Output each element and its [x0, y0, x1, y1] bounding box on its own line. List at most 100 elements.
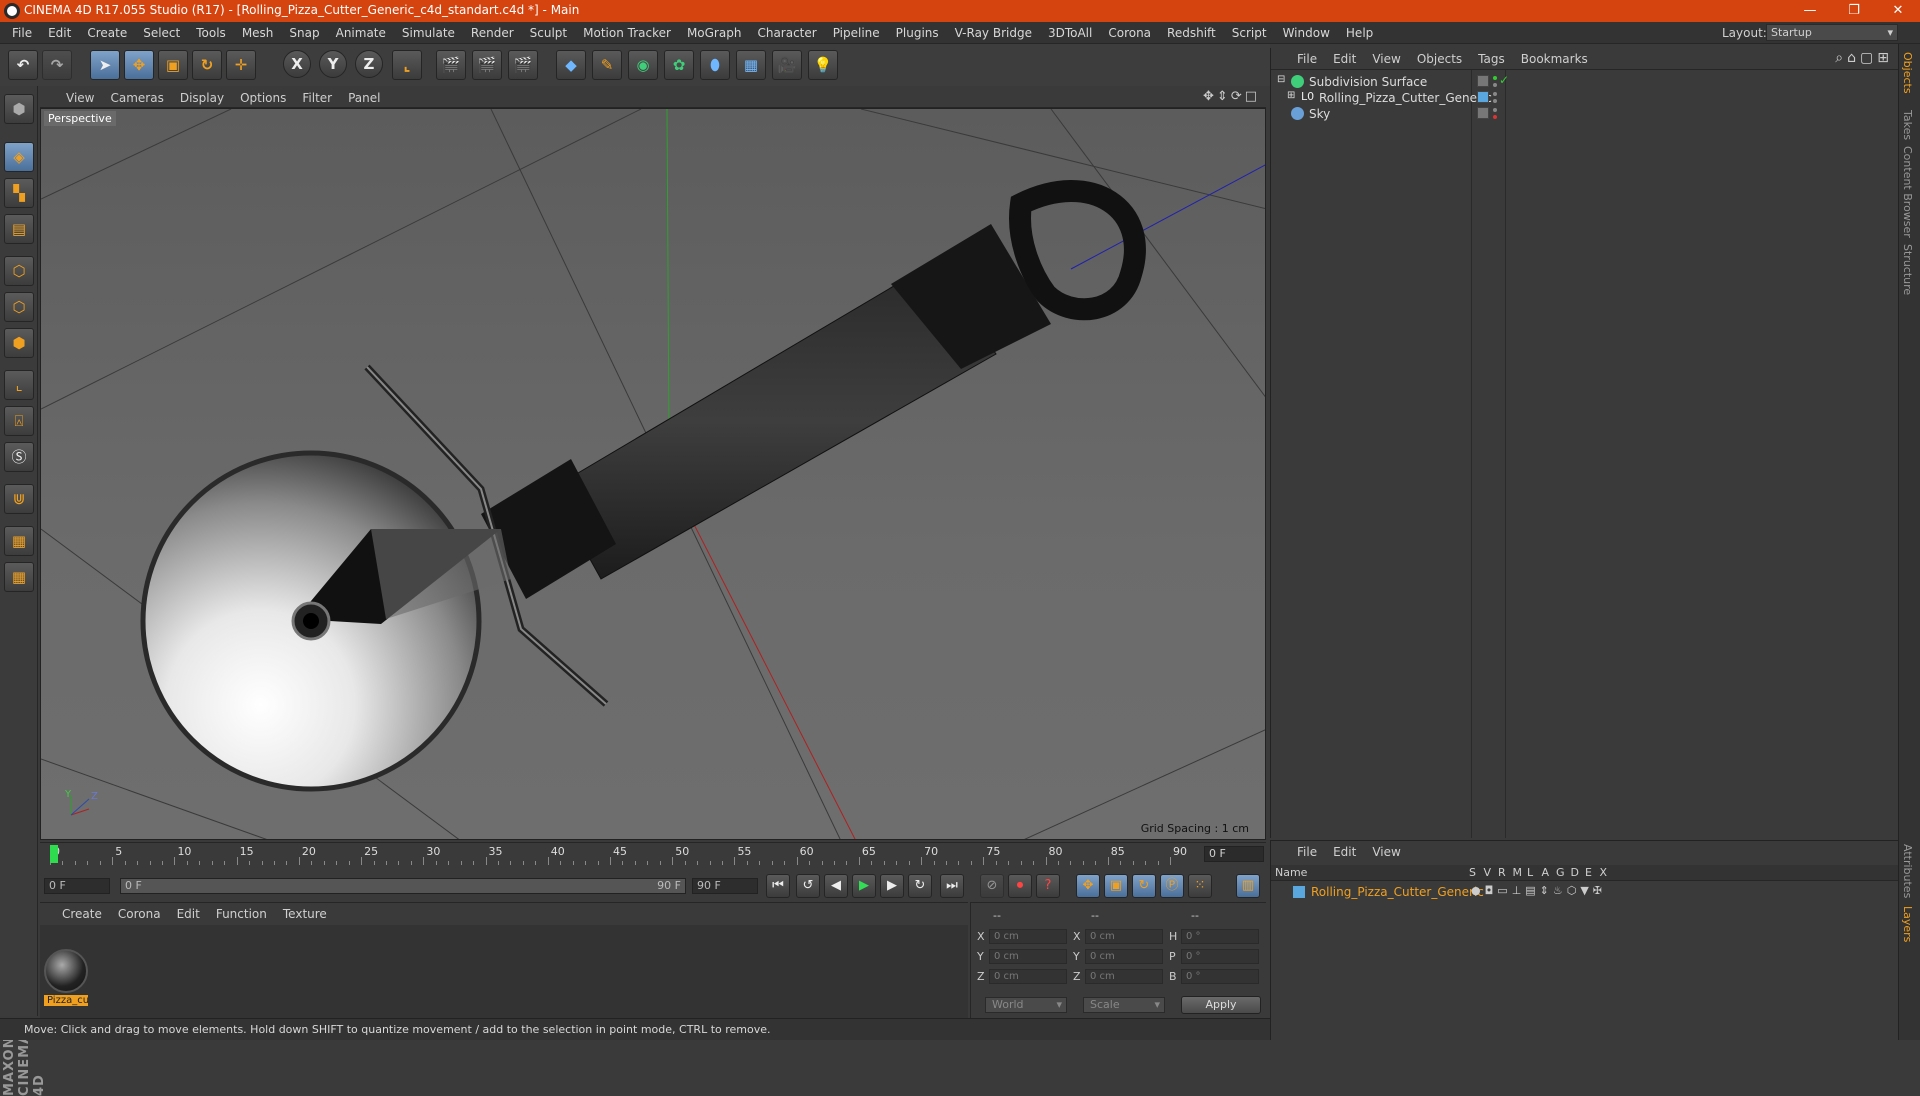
- render-view-button[interactable]: 🎬: [436, 50, 466, 80]
- camera-button[interactable]: 🎥: [772, 50, 802, 80]
- scale-tool-button[interactable]: ▣: [158, 50, 188, 80]
- expand-toggle-icon[interactable]: ⊟: [1277, 74, 1285, 85]
- timeline-ruler[interactable]: 051015202530354045505560657075808590 0 F: [40, 842, 1266, 865]
- perspective-viewport[interactable]: Y Z Perspective Grid Spacing : 1 cm: [40, 108, 1266, 840]
- expand-toggle-icon[interactable]: ⊞: [1287, 90, 1295, 101]
- magnet-button[interactable]: ⋓: [4, 484, 34, 514]
- render-picture-viewer-button[interactable]: 🎬: [472, 50, 502, 80]
- layers-menu-view[interactable]: View: [1364, 845, 1408, 859]
- minimize-button[interactable]: —: [1788, 0, 1832, 22]
- menu-character[interactable]: Character: [749, 26, 824, 40]
- menu-edit[interactable]: Edit: [40, 26, 79, 40]
- light-button[interactable]: 💡: [808, 50, 838, 80]
- material-menu-corona[interactable]: Corona: [110, 907, 169, 921]
- viewport-menu-cameras[interactable]: Cameras: [102, 91, 171, 105]
- polygons-mode-button[interactable]: ⬢: [4, 328, 34, 358]
- menu-script[interactable]: Script: [1224, 26, 1275, 40]
- tab-content-browser[interactable]: Content Browser: [1901, 146, 1914, 238]
- redo-button[interactable]: ↷: [42, 50, 72, 80]
- play-button[interactable]: ▶: [852, 874, 876, 898]
- menu-3dtoall[interactable]: 3DToAll: [1040, 26, 1100, 40]
- restore-button[interactable]: ❐: [1832, 0, 1876, 22]
- tweak-mode-button[interactable]: ⍓: [4, 406, 34, 436]
- visibility-dot-icon[interactable]: [1493, 76, 1497, 80]
- coord-mode-dropdown[interactable]: Scale ▾: [1083, 997, 1165, 1013]
- move-tool-button[interactable]: ✥: [124, 50, 154, 80]
- menu-pipeline[interactable]: Pipeline: [825, 26, 888, 40]
- coord-space-dropdown[interactable]: World ▾: [985, 997, 1067, 1013]
- snap-button[interactable]: Ⓢ: [4, 442, 34, 472]
- go-to-end-button[interactable]: ⏭: [940, 874, 964, 898]
- coord-value-field[interactable]: 0 cm: [989, 969, 1067, 984]
- new-window-icon[interactable]: ▢: [1860, 50, 1877, 66]
- start-frame-field[interactable]: 0 F: [44, 878, 110, 894]
- points-mode-button[interactable]: ⬡: [4, 256, 34, 286]
- viewport-menu-view[interactable]: View: [58, 91, 102, 105]
- rotate-tool-button[interactable]: ↻: [192, 50, 222, 80]
- coord-value-field[interactable]: 0 cm: [1085, 969, 1163, 984]
- menu-file[interactable]: File: [4, 26, 40, 40]
- key-pla-button[interactable]: ⁙: [1188, 874, 1212, 898]
- menu-redshift[interactable]: Redshift: [1159, 26, 1224, 40]
- workplane-mode-button[interactable]: ▤: [4, 214, 34, 244]
- coord-value-field[interactable]: 0 °: [1181, 969, 1259, 984]
- menu-help[interactable]: Help: [1338, 26, 1381, 40]
- material-menu-function[interactable]: Function: [208, 907, 275, 921]
- tab-structure[interactable]: Structure: [1901, 244, 1914, 295]
- home-icon[interactable]: ⌂: [1847, 50, 1860, 66]
- undo-button[interactable]: ↶: [8, 50, 38, 80]
- planar-workplane-button[interactable]: ▦: [4, 562, 34, 592]
- layer-row[interactable]: Rolling_Pizza_Cutter_Generic ●◘▭⊥▤⇕♨⬡▼✠: [1271, 883, 1899, 901]
- viewport-menu-panel[interactable]: Panel: [340, 91, 388, 105]
- objects-menu-bookmarks[interactable]: Bookmarks: [1513, 52, 1596, 66]
- menu-plugins[interactable]: Plugins: [888, 26, 947, 40]
- autokey-button[interactable]: ?: [1036, 874, 1060, 898]
- tab-objects[interactable]: Objects: [1901, 52, 1914, 94]
- timeline-window-button[interactable]: ▥: [1236, 874, 1260, 898]
- texture-mode-button[interactable]: ▚: [4, 178, 34, 208]
- close-button[interactable]: ✕: [1876, 0, 1920, 22]
- lock-workplane-button[interactable]: ▦: [4, 526, 34, 556]
- previous-frame-button[interactable]: ◀: [824, 874, 848, 898]
- record-button[interactable]: ⏺: [1008, 874, 1032, 898]
- key-rotation-button[interactable]: ↻: [1132, 874, 1156, 898]
- go-to-start-button[interactable]: ⏮: [766, 874, 790, 898]
- layout-dropdown[interactable]: Startup ▾: [1766, 24, 1898, 41]
- next-frame-button[interactable]: ▶: [880, 874, 904, 898]
- menu-animate[interactable]: Animate: [328, 26, 394, 40]
- layer-name[interactable]: Rolling_Pizza_Cutter_Generic: [1311, 885, 1484, 899]
- spline-pen-button[interactable]: ✎: [592, 50, 622, 80]
- objects-menu-edit[interactable]: Edit: [1325, 52, 1364, 66]
- menu-sculpt[interactable]: Sculpt: [522, 26, 575, 40]
- menu-create[interactable]: Create: [79, 26, 135, 40]
- menu-simulate[interactable]: Simulate: [394, 26, 463, 40]
- tab-takes[interactable]: Takes: [1901, 110, 1914, 140]
- material-name[interactable]: Pizza_cu: [44, 995, 88, 1006]
- y-axis-lock-button[interactable]: Y: [319, 50, 347, 78]
- enabled-check-icon[interactable]: ✓: [1499, 73, 1509, 87]
- cube-primitive-button[interactable]: ◆: [556, 50, 586, 80]
- material-menu-texture[interactable]: Texture: [275, 907, 335, 921]
- menu-motion-tracker[interactable]: Motion Tracker: [575, 26, 679, 40]
- viewport-menu-filter[interactable]: Filter: [294, 91, 340, 105]
- material-thumbnail[interactable]: [44, 949, 88, 993]
- menu-corona[interactable]: Corona: [1100, 26, 1159, 40]
- menu-render[interactable]: Render: [463, 26, 522, 40]
- x-axis-lock-button[interactable]: X: [283, 50, 311, 78]
- viewport-camera-label[interactable]: Perspective: [44, 111, 116, 126]
- objects-menu-objects[interactable]: Objects: [1409, 52, 1470, 66]
- tab-attributes[interactable]: Attributes: [1901, 844, 1914, 898]
- apply-button[interactable]: Apply: [1181, 996, 1261, 1014]
- previous-key-button[interactable]: ↺: [796, 874, 820, 898]
- objects-menu-tags[interactable]: Tags: [1470, 52, 1513, 66]
- key-parameter-button[interactable]: Ⓟ: [1160, 874, 1184, 898]
- live-selection-button[interactable]: ➤: [90, 50, 120, 80]
- layer-flag-icons[interactable]: ●◘▭⊥▤⇕♨⬡▼✠: [1471, 884, 1606, 897]
- layers-menu-edit[interactable]: Edit: [1325, 845, 1364, 859]
- layer-color-icon[interactable]: [1293, 886, 1305, 898]
- render-settings-button[interactable]: 🎬: [508, 50, 538, 80]
- coord-value-field[interactable]: 0 °: [1181, 929, 1259, 944]
- object-row-sky[interactable]: Sky: [1271, 104, 1899, 124]
- cloner-button[interactable]: ✿: [664, 50, 694, 80]
- layers-menu-file[interactable]: File: [1289, 845, 1325, 859]
